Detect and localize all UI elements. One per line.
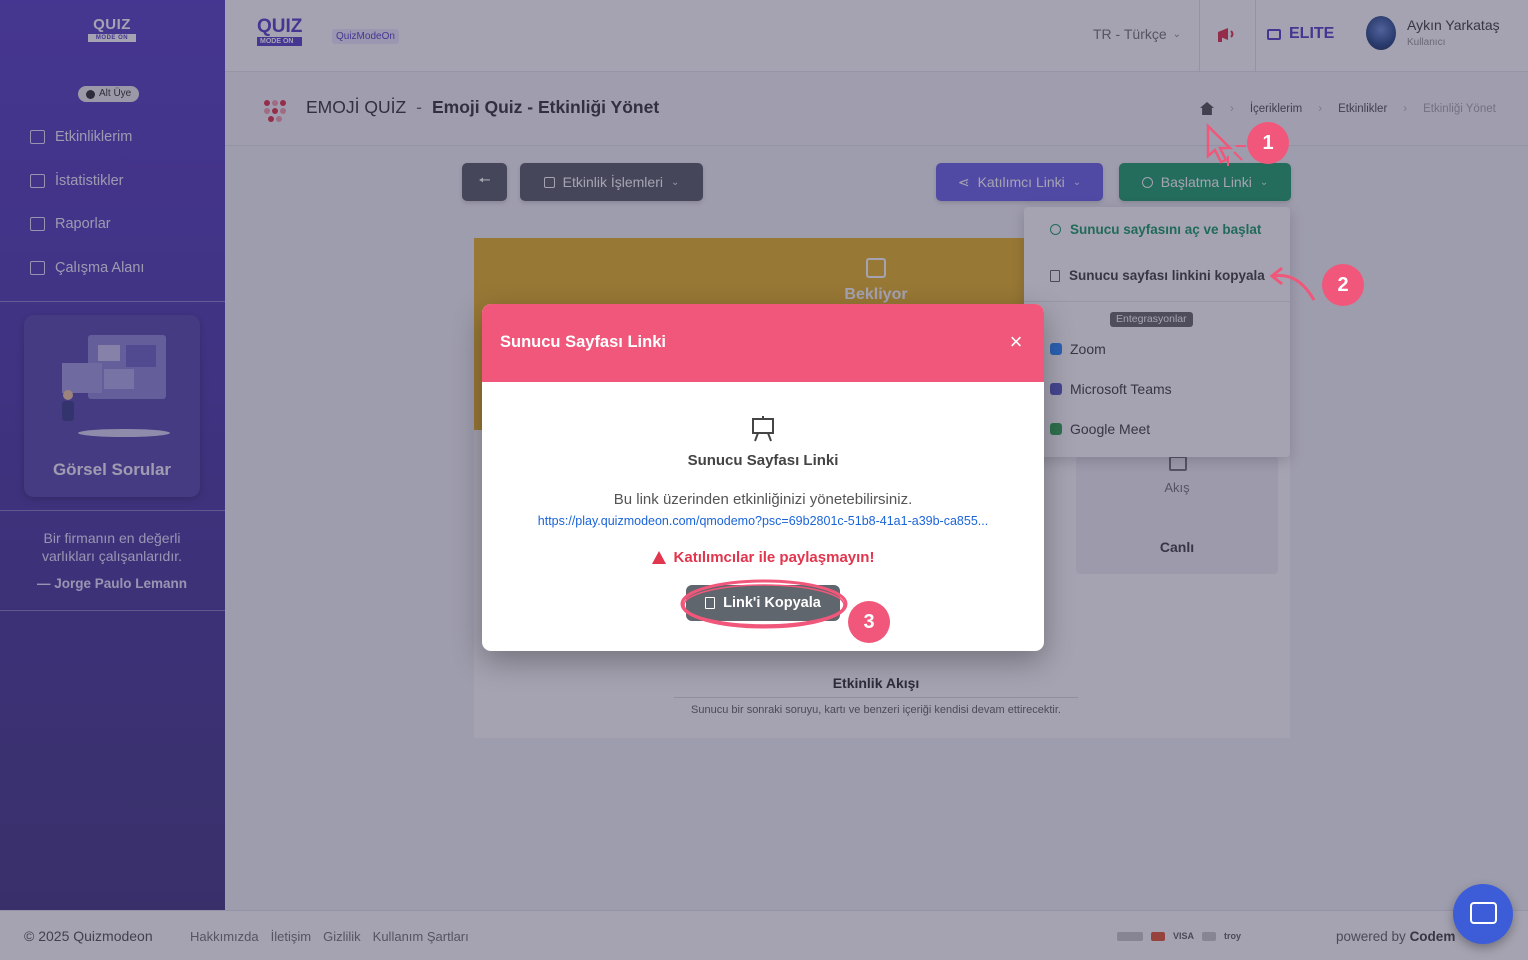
presenter-link[interactable]: https://play.quizmodeon.com/qmodemo?psc=… [513,514,1013,528]
chat-icon [1470,902,1497,924]
modal-description: Bu link üzerinden etkinliğinizi yönetebi… [613,491,913,508]
warning-icon [651,551,666,564]
step-marker-3: 3 [848,601,890,643]
annotation-arrow-2 [1269,266,1316,301]
annotation-circle-3 [680,579,848,629]
annotation-cursor-1 [1206,122,1246,166]
warning-text: Katılımcılar ile paylaşmayın! [673,549,875,566]
modal-heading: Sunucu Sayfası Linki [687,452,839,469]
warning: Katılımcılar ile paylaşmayın! [482,549,1044,566]
step-marker-2: 2 [1322,264,1364,306]
close-icon[interactable]: × [1004,330,1028,354]
modal-header: Sunucu Sayfası Linki × [482,304,1044,382]
step-marker-1: 1 [1247,122,1289,164]
chat-button[interactable] [1453,884,1513,944]
presentation-icon [752,416,774,442]
modal-title: Sunucu Sayfası Linki [500,333,666,351]
